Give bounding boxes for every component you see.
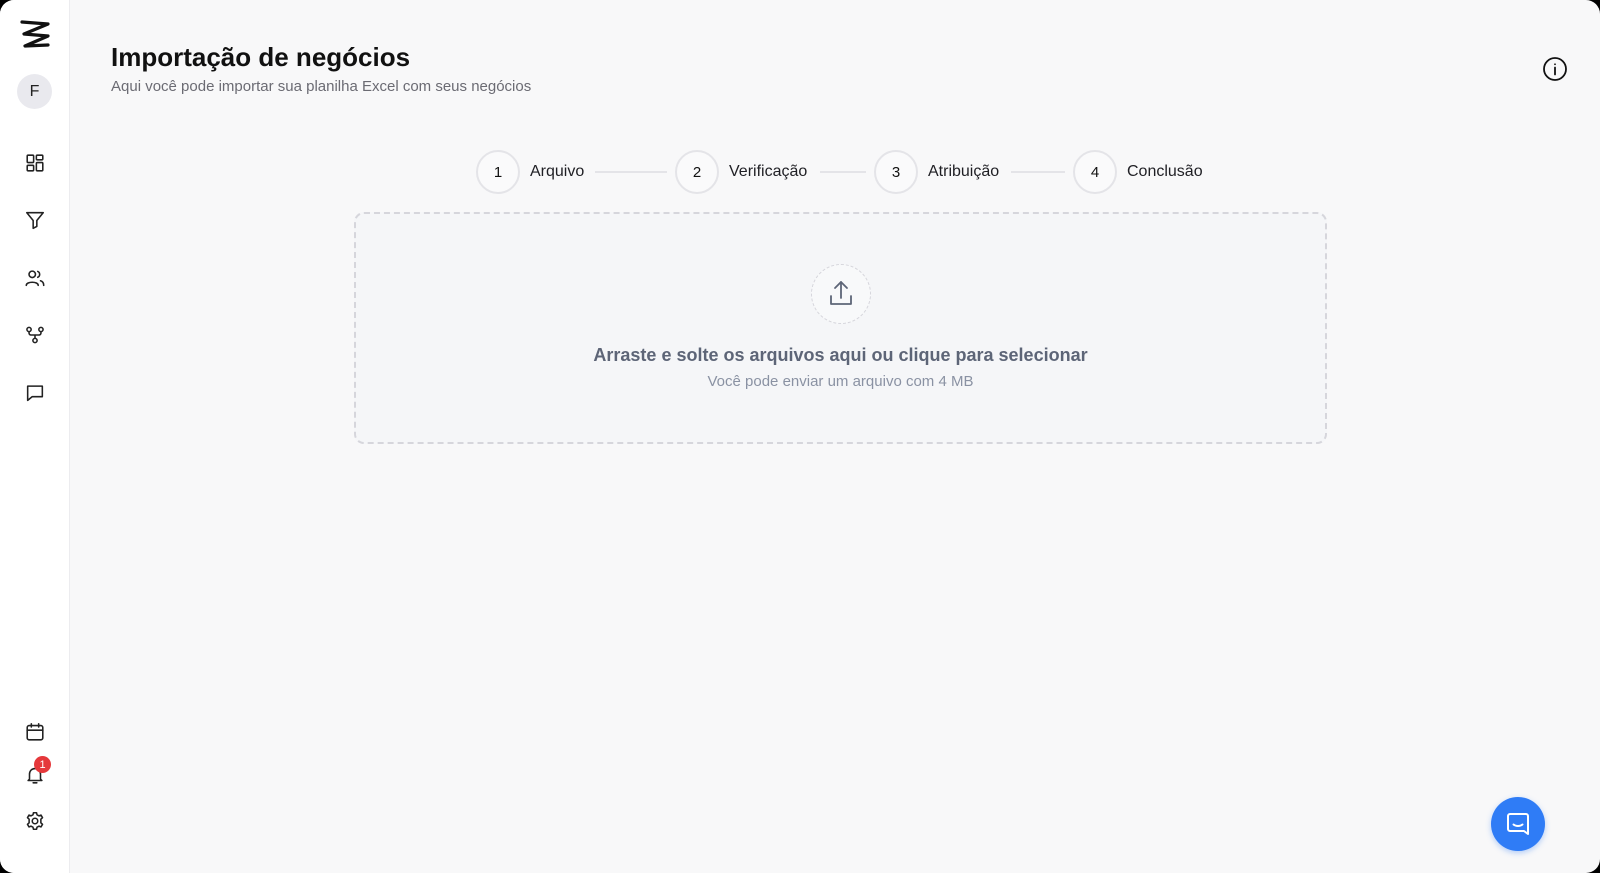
step-label: Conclusão [1127, 163, 1203, 180]
file-dropzone[interactable]: Arraste e solte os arquivos aqui ou cliq… [354, 212, 1327, 444]
sidebar-item-notifications[interactable]: 1 [22, 756, 51, 788]
workflow-icon [26, 326, 44, 344]
upload-button[interactable] [811, 264, 871, 324]
step-number: 1 [476, 150, 520, 194]
avatar[interactable]: F [17, 74, 52, 109]
sidebar-item-users[interactable] [22, 265, 48, 291]
step-atribuicao[interactable]: 3 Atribuição [874, 150, 999, 194]
step-verificacao[interactable]: 2 Verificação [675, 150, 807, 194]
gear-icon [26, 811, 44, 831]
step-label: Atribuição [928, 163, 1000, 180]
sidebar-item-calendar[interactable] [22, 719, 48, 745]
notification-badge: 1 [34, 756, 51, 773]
step-label: Arquivo [530, 163, 585, 180]
dropzone-size-limit: Você pode enviar um arquivo com 4 MB [707, 373, 974, 390]
sidebar-item-dashboard[interactable] [22, 150, 48, 176]
logo[interactable] [19, 18, 51, 50]
upload-icon [830, 281, 852, 305]
step-connector [595, 171, 667, 173]
sidebar: F 1 [0, 0, 70, 873]
filter-icon [25, 211, 45, 230]
page-subtitle: Aqui você pode importar sua planilha Exc… [111, 78, 532, 95]
info-icon[interactable] [1542, 56, 1568, 82]
chat-icon [26, 385, 44, 402]
sidebar-item-workflow[interactable] [22, 322, 48, 348]
step-conclusao[interactable]: 4 Conclusão [1073, 150, 1203, 194]
step-number: 3 [874, 150, 918, 194]
step-connector [1011, 171, 1065, 173]
step-connector [820, 171, 866, 173]
calendar-icon [26, 722, 44, 741]
step-number: 2 [675, 150, 719, 194]
sidebar-item-filter[interactable] [22, 207, 48, 233]
dashboard-icon [26, 154, 44, 172]
page-title: Importação de negócios [111, 42, 411, 72]
users-icon [25, 270, 45, 287]
sidebar-item-chat[interactable] [22, 380, 48, 406]
chat-bubble-icon [1507, 813, 1529, 835]
app-frame: F 1 Importação de negócios Aqui você pod… [0, 0, 1600, 873]
step-arquivo[interactable]: 1 Arquivo [476, 150, 584, 194]
avatar-initial: F [29, 82, 40, 100]
step-number: 4 [1073, 150, 1117, 194]
support-chat-button[interactable] [1491, 797, 1545, 851]
dropzone-instruction: Arraste e solte os arquivos aqui ou cliq… [593, 345, 1088, 365]
sidebar-item-settings[interactable] [22, 808, 48, 834]
step-label: Verificação [729, 163, 808, 180]
